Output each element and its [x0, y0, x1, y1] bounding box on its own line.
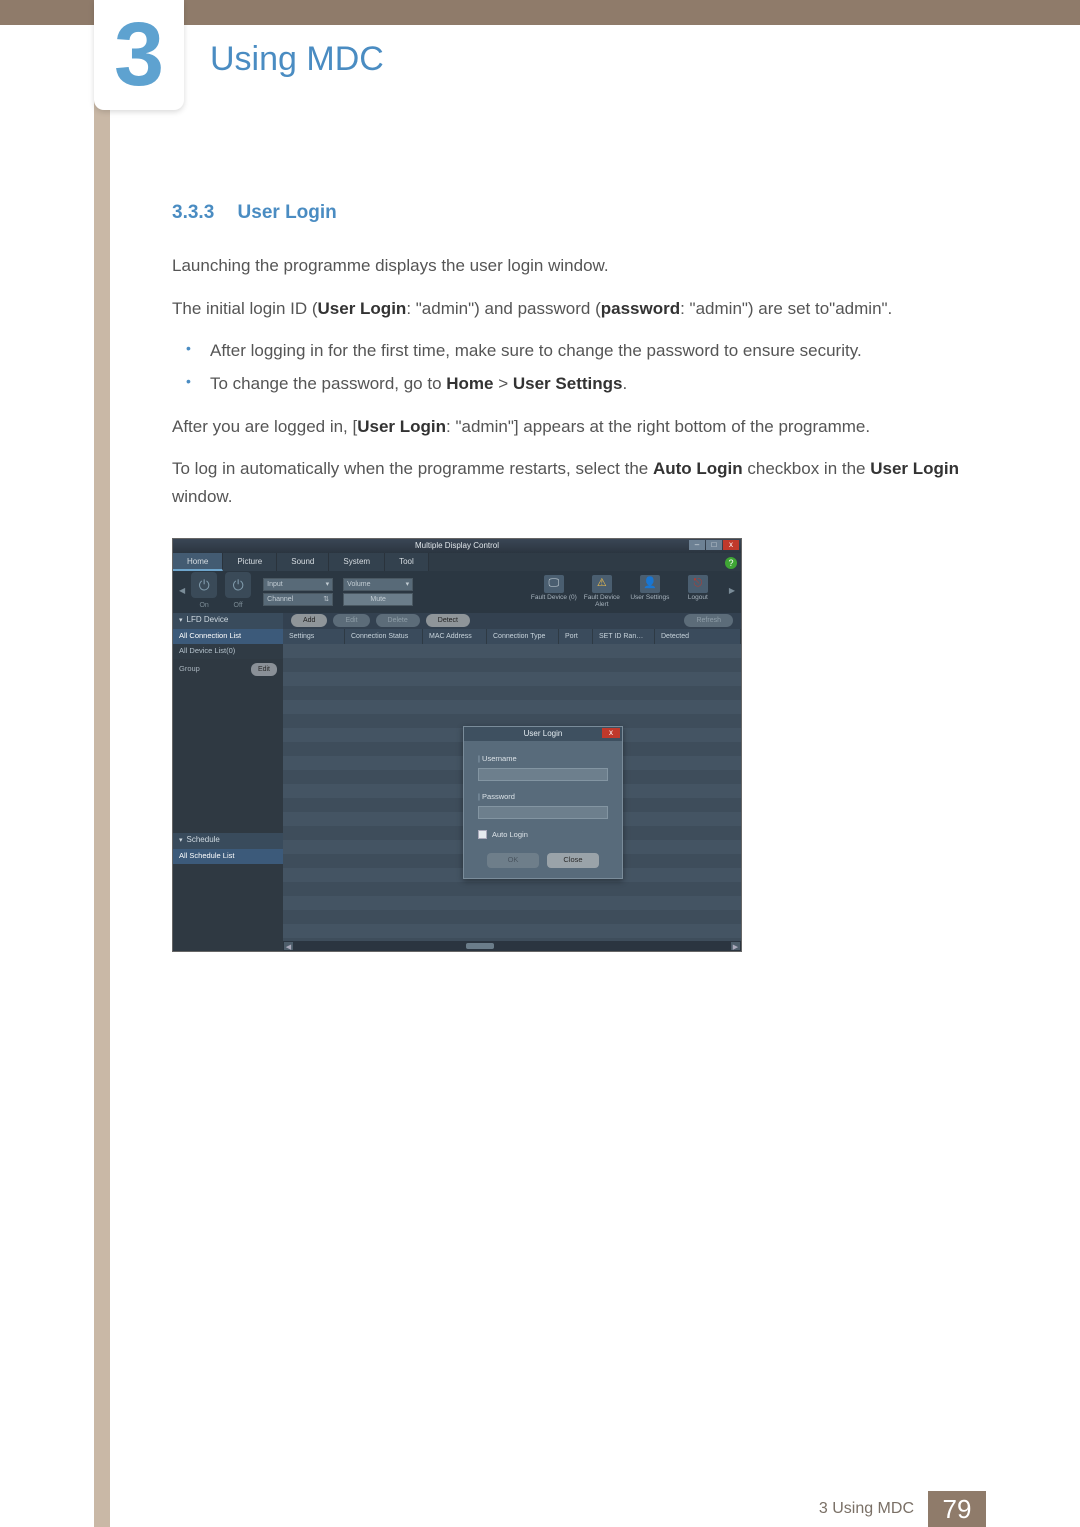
tab-home[interactable]: Home: [173, 553, 223, 571]
section-title: User Login: [238, 202, 337, 223]
toolbar-right-icons: 🖵Fault Device (0) ⚠Fault Device Alert 👤U…: [531, 575, 721, 608]
footer-page-number: 79: [928, 1491, 986, 1527]
tab-sound[interactable]: Sound: [277, 553, 329, 571]
scroll-left-arrow[interactable]: ◀: [284, 942, 293, 950]
bullet-item: To change the password, go to Home > Use…: [172, 370, 962, 397]
dialog-body: Username Password Auto Login: [464, 741, 622, 878]
logout-icon[interactable]: ⎋: [688, 575, 708, 593]
input-select[interactable]: Input▾: [263, 578, 333, 591]
power-on-label: On: [199, 600, 208, 611]
sidebar-edit-button[interactable]: Edit: [251, 663, 277, 676]
chevron-down-icon: ▾: [406, 579, 410, 590]
app-window: Multiple Display Control – □ x ? Home Pi…: [172, 538, 742, 952]
tab-system[interactable]: System: [329, 553, 385, 571]
tab-tool[interactable]: Tool: [385, 553, 429, 571]
close-dialog-button[interactable]: Close: [547, 853, 599, 868]
fault-alert-icon[interactable]: ⚠: [592, 575, 612, 593]
window-titlebar: Multiple Display Control – □ x: [173, 539, 741, 553]
section-number: 3.3.3: [172, 202, 214, 223]
initial-login-text: The initial login ID (User Login: "admin…: [172, 295, 962, 322]
auto-login-text: To log in automatically when the program…: [172, 455, 962, 509]
chapter-badge: 3: [94, 0, 184, 110]
user-login-dialog: User Login x Username Password: [463, 726, 623, 879]
help-icon[interactable]: ?: [725, 557, 737, 569]
col-port[interactable]: Port: [559, 629, 593, 644]
password-input[interactable]: [478, 806, 608, 819]
menu-bar: Home Picture Sound System Tool: [173, 553, 741, 571]
minimize-button[interactable]: –: [689, 540, 705, 550]
ok-button[interactable]: OK: [487, 853, 539, 868]
scrollbar-horizontal[interactable]: ◀ ▶: [283, 941, 741, 951]
window-title: Multiple Display Control: [415, 541, 499, 550]
panel-actions: Add Edit Delete Detect Refresh: [283, 613, 741, 629]
user-settings-icon[interactable]: 👤: [640, 575, 660, 593]
username-label: Username: [478, 753, 608, 765]
dialog-close-button[interactable]: x: [602, 728, 620, 738]
sidebar-item-all-device[interactable]: All Device List(0): [173, 644, 283, 659]
col-type[interactable]: Connection Type: [487, 629, 559, 644]
sidebar-group-area: Group Edit: [173, 659, 283, 833]
sidebar-item-all-schedule[interactable]: All Schedule List: [173, 849, 283, 864]
username-input[interactable]: [478, 768, 608, 781]
col-mac[interactable]: MAC Address: [423, 629, 487, 644]
scroll-right-icon[interactable]: ▶: [729, 585, 735, 598]
chevron-down-icon: ▾: [326, 579, 330, 590]
sidebar-schedule-header[interactable]: Schedule: [173, 833, 283, 849]
power-off-label: Off: [234, 600, 243, 611]
after-login-text: After you are logged in, [User Login: "a…: [172, 413, 962, 440]
checkbox-icon: [478, 830, 487, 839]
tab-picture[interactable]: Picture: [223, 553, 277, 571]
dialog-title: User Login: [524, 729, 563, 738]
main-body: LFD Device All Connection List All Devic…: [173, 613, 741, 951]
power-off-button[interactable]: ⏻: [225, 572, 251, 598]
add-button[interactable]: Add: [291, 614, 327, 627]
sidebar: LFD Device All Connection List All Devic…: [173, 613, 283, 951]
dialog-titlebar: User Login x: [464, 727, 622, 741]
main-panel: Add Edit Delete Detect Refresh Settings …: [283, 613, 741, 951]
section-heading: 3.3.3 User Login: [172, 198, 962, 228]
chapter-title: Using MDC: [210, 40, 384, 79]
grid-area: ◀ ▶ User Login x Username: [283, 644, 741, 951]
page-content: 3.3.3 User Login Launching the programme…: [172, 198, 962, 952]
auto-login-label: Auto Login: [492, 829, 528, 841]
col-settings[interactable]: Settings: [283, 629, 345, 644]
toolbar: ◀ ⏻ On ⏻ Off Input▾ Channel⇅ Volume▾ Mut…: [173, 571, 741, 613]
mute-button[interactable]: Mute: [343, 593, 413, 606]
scroll-right-arrow[interactable]: ▶: [731, 942, 740, 950]
power-on-button[interactable]: ⏻: [191, 572, 217, 598]
scroll-thumb[interactable]: [466, 943, 494, 949]
bullet-list: After logging in for the first time, mak…: [172, 337, 962, 397]
fault-device-icon[interactable]: 🖵: [544, 575, 564, 593]
window-buttons: – □ x: [689, 540, 739, 550]
auto-login-checkbox[interactable]: Auto Login: [478, 829, 608, 841]
intro-text: Launching the programme displays the use…: [172, 252, 962, 279]
edit-button[interactable]: Edit: [333, 614, 369, 627]
col-detected[interactable]: Detected: [655, 629, 741, 644]
scroll-left-icon[interactable]: ◀: [179, 585, 185, 598]
stepper-icon: ⇅: [323, 594, 329, 605]
detect-button[interactable]: Detect: [426, 614, 470, 627]
password-label: Password: [478, 791, 608, 803]
page-footer: 3 Using MDC 79: [0, 1491, 1080, 1527]
footer-label: 3 Using MDC: [819, 1500, 914, 1518]
chapter-number: 3: [114, 10, 164, 100]
delete-button[interactable]: Delete: [376, 614, 420, 627]
bullet-item: After logging in for the first time, mak…: [172, 337, 962, 364]
sidebar-schedule-area: [173, 864, 283, 951]
volume-select[interactable]: Volume▾: [343, 578, 413, 591]
panel-columns: Settings Connection Status MAC Address C…: [283, 629, 741, 644]
sidebar-lfd-header[interactable]: LFD Device: [173, 613, 283, 629]
col-setid[interactable]: SET ID Ran…: [593, 629, 655, 644]
close-button[interactable]: x: [723, 540, 739, 550]
channel-stepper[interactable]: Channel⇅: [263, 593, 333, 606]
maximize-button[interactable]: □: [706, 540, 722, 550]
sidebar-group-label: Group: [179, 663, 200, 676]
sidebar-item-all-connection[interactable]: All Connection List: [173, 629, 283, 644]
col-connection-status[interactable]: Connection Status: [345, 629, 423, 644]
refresh-button[interactable]: Refresh: [684, 614, 733, 627]
page-side-stripe: [94, 0, 110, 1527]
